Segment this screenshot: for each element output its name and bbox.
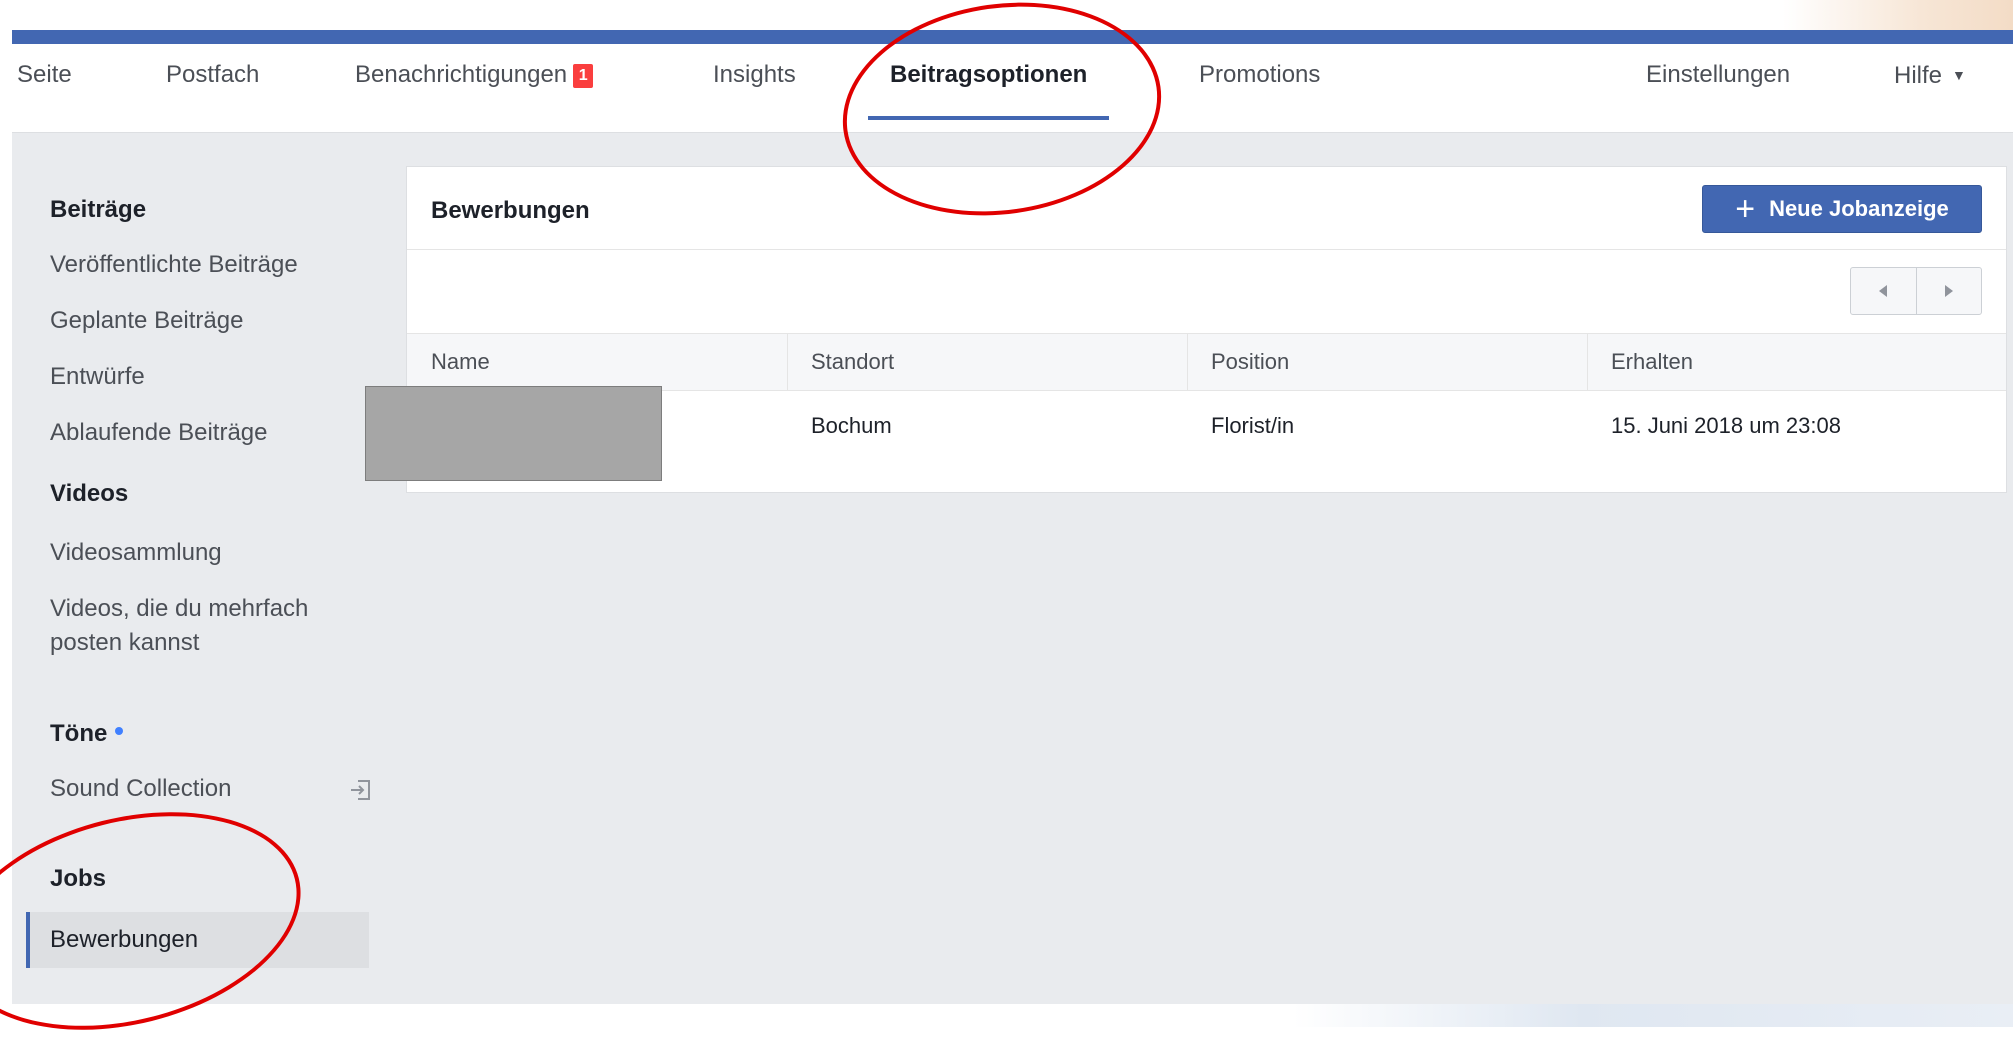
tab-hilfe[interactable]: Hilfe ▼ [1894,44,1966,132]
page-window: Seite Postfach Benachrichtigungen 1 Insig… [12,30,2013,1004]
tab-einstellungen[interactable]: Einstellungen [1646,44,1790,132]
sidebar-item-entwuerfe[interactable]: Entwürfe [50,360,145,394]
external-link-icon [351,780,370,800]
decorative-background-bottom [1293,1001,2013,1027]
column-separator [787,334,788,390]
tab-insights[interactable]: Insights [713,44,796,132]
tab-seite[interactable]: Seite [17,44,72,132]
tab-postfach[interactable]: Postfach [166,44,259,132]
pager-next-button[interactable] [1915,268,1982,314]
new-indicator-dot [115,727,124,735]
sidebar-item-videos-mehrfach[interactable]: Videos, die du mehrfach posten kannst [50,592,360,660]
table-header: Name Standort Position Erhalten [407,333,2006,391]
cell-position: Florist/in [1211,413,1295,438]
cell-standort: Bochum [811,413,892,438]
top-blue-bar [12,30,2013,44]
tab-benachrichtigungen[interactable]: Benachrichtigungen 1 [355,44,594,132]
notification-badge: 1 [573,64,594,88]
column-header-name[interactable]: Name [431,334,490,390]
column-header-erhalten[interactable]: Erhalten [1611,334,1693,390]
redacted-name-box [365,386,662,481]
panel-title: Bewerbungen [431,197,590,224]
caret-down-icon: ▼ [1952,67,1966,83]
triangle-right-icon [1944,285,1953,297]
column-header-standort[interactable]: Standort [811,334,894,390]
sidebar-item-sound-collection[interactable]: Sound Collection [50,772,370,806]
sidebar-item-ablaufende-beitraege[interactable]: Ablaufende Beiträge [50,416,268,450]
new-job-post-button[interactable]: + Neue Jobanzeige [1702,185,1982,233]
triangle-left-icon [1879,285,1888,297]
sidebar-header-jobs: Jobs [50,865,107,892]
sidebar-item-bewerbungen[interactable]: Bewerbungen [26,912,369,968]
column-separator [1587,334,1588,390]
sidebar-header-toene: Töne [50,720,124,748]
divider [407,249,2006,250]
tab-promotions[interactable]: Promotions [1199,44,1320,132]
plus-icon: + [1735,190,1756,228]
column-separator [1187,334,1188,390]
sidebar-item-videosammlung[interactable]: Videosammlung [50,536,222,570]
tab-beitragsoptionen[interactable]: Beitragsoptionen [867,44,1110,132]
sidebar-item-veroeffentlichte-beitraege[interactable]: Veröffentlichte Beiträge [50,248,298,282]
column-header-position[interactable]: Position [1211,334,1289,390]
pager [1850,267,1982,315]
sidebar-header-videos: Videos [50,480,129,507]
pager-prev-button[interactable] [1851,268,1916,314]
sidebar-header-beitraege: Beiträge [50,196,147,223]
sidebar-item-geplante-beitraege[interactable]: Geplante Beiträge [50,304,243,338]
page-top-navigation: Seite Postfach Benachrichtigungen 1 Insig… [12,44,2013,133]
cell-erhalten: 15. Juni 2018 um 23:08 [1611,413,1841,438]
